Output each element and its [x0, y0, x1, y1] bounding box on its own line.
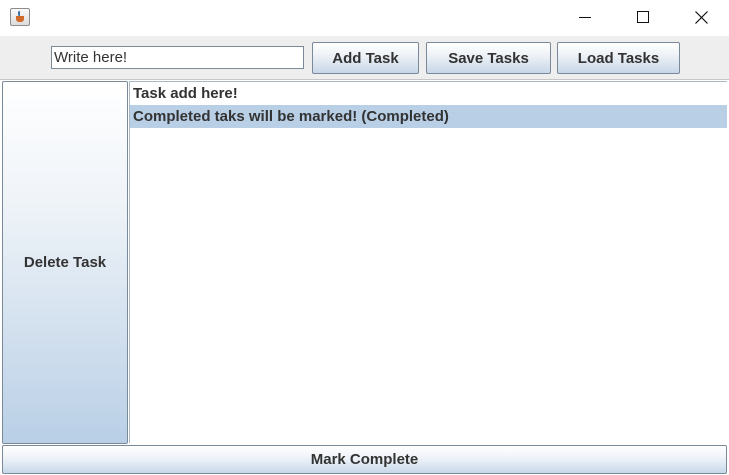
app-window: Add Task Save Tasks Load Tasks Delete Ta… — [0, 0, 729, 475]
add-task-button[interactable]: Add Task — [312, 42, 419, 74]
maximize-button[interactable] — [614, 0, 672, 34]
java-cup-icon[interactable] — [10, 8, 30, 26]
close-icon — [694, 10, 708, 24]
maximize-icon — [637, 11, 649, 23]
load-tasks-button[interactable]: Load Tasks — [557, 42, 680, 74]
toolbar-panel: Add Task Save Tasks Load Tasks — [0, 36, 729, 80]
task-input[interactable] — [51, 46, 304, 69]
list-item[interactable]: Task add here! — [130, 82, 727, 105]
task-list[interactable]: Task add here! Completed taks will be ma… — [129, 81, 727, 443]
save-tasks-button[interactable]: Save Tasks — [426, 42, 551, 74]
mark-complete-button[interactable]: Mark Complete — [2, 445, 727, 474]
close-button[interactable] — [672, 0, 729, 34]
delete-task-button[interactable]: Delete Task — [2, 81, 128, 444]
list-item[interactable]: Completed taks will be marked! (Complete… — [130, 105, 727, 128]
minimize-icon — [579, 17, 591, 18]
minimize-button[interactable] — [556, 0, 614, 34]
title-bar[interactable] — [0, 0, 729, 36]
